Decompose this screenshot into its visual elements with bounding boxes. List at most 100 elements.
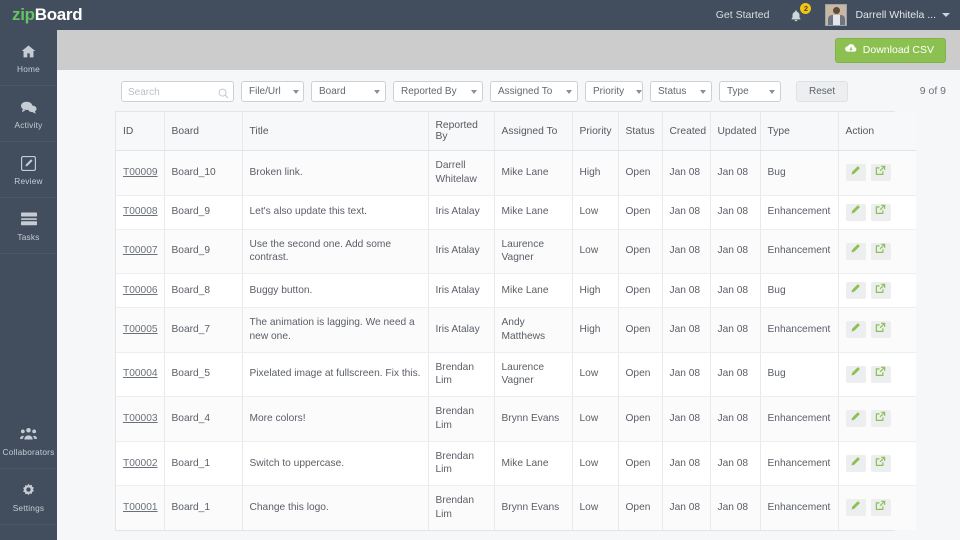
cell-priority: Low [572,441,619,487]
cell-id: T00004 [116,352,165,398]
action-buttons [845,410,910,428]
task-id-link[interactable]: T00009 [123,167,158,178]
sidebar-item-tasks[interactable]: Tasks [0,198,57,254]
column-header-type[interactable]: Type [760,112,839,151]
user-menu[interactable]: Darrell Whitela ... [855,9,950,21]
logo-zip-text: zip [12,5,35,24]
filter-bar: File/Url Board Reported By Assigned To P… [121,81,946,102]
column-header-reported-by[interactable]: Reported By [428,112,495,151]
cell-type: Enhancement [760,396,839,442]
cell-updated: Jan 08 [710,307,761,353]
column-header-priority[interactable]: Priority [572,112,619,151]
open-external-icon [875,411,886,427]
cell-type: Bug [760,150,839,196]
filter-type[interactable]: Type [719,81,781,102]
task-id-link[interactable]: T00007 [123,245,158,256]
column-header-status[interactable]: Status [618,112,663,151]
column-header-created[interactable]: Created [662,112,711,151]
cell-title: More colors! [242,396,429,442]
column-header-assigned-to[interactable]: Assigned To [494,112,573,151]
column-header-board[interactable]: Board [164,112,243,151]
cell-board: Board_5 [164,352,243,398]
table-row: T00009 Board_10 Broken link. Darrell Whitel… [116,150,916,196]
edit-task-button[interactable] [845,454,866,472]
app-logo[interactable]: zipBoard [0,5,115,25]
chevron-down-icon [769,89,775,94]
cell-status: Open [618,195,663,230]
filter-reported-by-label: Reported By [401,86,457,97]
column-header-title[interactable]: Title [242,112,429,151]
cell-type: Bug [760,352,839,398]
open-task-button[interactable] [870,321,891,339]
cell-id: T00008 [116,195,165,230]
cell-updated: Jan 08 [710,150,761,196]
avatar[interactable] [825,4,848,26]
filter-assigned-to[interactable]: Assigned To [490,81,578,102]
cell-reported-by: Iris Atalay [428,229,495,275]
task-id-link[interactable]: T00003 [123,413,158,424]
cell-type: Enhancement [760,307,839,353]
edit-task-button[interactable] [845,164,866,182]
notifications-button[interactable]: 2 [787,3,812,26]
sidebar-item-settings[interactable]: Settings [0,469,57,525]
filter-priority[interactable]: Priority [585,81,643,102]
sidebar-item-review[interactable]: Review [0,142,57,198]
open-task-button[interactable] [870,454,891,472]
cell-created: Jan 08 [662,150,711,196]
task-id-link[interactable]: T00008 [123,206,158,217]
column-header-updated[interactable]: Updated [710,112,761,151]
cell-id: T00003 [116,396,165,442]
edit-task-button[interactable] [845,282,866,300]
cell-action [838,307,916,353]
open-task-button[interactable] [870,242,891,260]
search-input[interactable] [122,83,233,102]
open-task-button[interactable] [870,499,891,517]
get-started-link[interactable]: Get Started [716,9,770,21]
edit-pencil-icon [850,165,861,181]
action-buttons [845,454,910,472]
sidebar-item-collaborators[interactable]: Collaborators [0,413,57,469]
open-external-icon [875,366,886,382]
column-header-id[interactable]: ID [116,112,165,151]
cell-board: Board_1 [164,485,243,530]
task-id-link[interactable]: T00005 [123,324,158,335]
toolbar-strip: Download CSV [57,30,960,70]
table-header-row: ID Board Title Reported By Assigned To P… [116,112,916,151]
filter-status-label: Status [658,86,687,97]
sidebar-item-activity[interactable]: Activity [0,86,57,142]
table-row: T00005 Board_7 The animation is lagging. W… [116,307,916,353]
open-task-button[interactable] [870,282,891,300]
open-task-button[interactable] [870,410,891,428]
cell-id: T00009 [116,150,165,196]
cell-priority: Low [572,352,619,398]
download-csv-button[interactable]: Download CSV [834,37,946,63]
task-id-link[interactable]: T00002 [123,458,158,469]
edit-task-button[interactable] [845,499,866,517]
filter-board[interactable]: Board [311,81,386,102]
cell-id: T00007 [116,229,165,275]
edit-task-button[interactable] [845,365,866,383]
filter-reported-by[interactable]: Reported By [393,81,483,102]
task-id-link[interactable]: T00006 [123,285,158,296]
open-task-button[interactable] [870,365,891,383]
cell-assigned-to: Brynn Evans [494,485,573,530]
sidebar-label-collaborators: Collaborators [2,447,55,457]
open-task-button[interactable] [870,203,891,221]
edit-task-button[interactable] [845,321,866,339]
action-buttons [845,242,910,260]
task-id-link[interactable]: T00001 [123,502,158,513]
sidebar-item-home[interactable]: Home [0,30,57,86]
task-id-link[interactable]: T00004 [123,368,158,379]
cell-board: Board_7 [164,307,243,353]
filter-status[interactable]: Status [650,81,712,102]
edit-task-button[interactable] [845,242,866,260]
edit-task-button[interactable] [845,203,866,221]
filter-file-url[interactable]: File/Url [241,81,304,102]
cell-action [838,352,916,398]
open-task-button[interactable] [870,164,891,182]
reset-filters-button[interactable]: Reset [796,81,849,102]
search-box[interactable] [121,81,234,102]
cell-updated: Jan 08 [710,485,761,530]
header-right-group: Get Started 2 Darrell Whitela ... [716,0,960,30]
edit-task-button[interactable] [845,410,866,428]
